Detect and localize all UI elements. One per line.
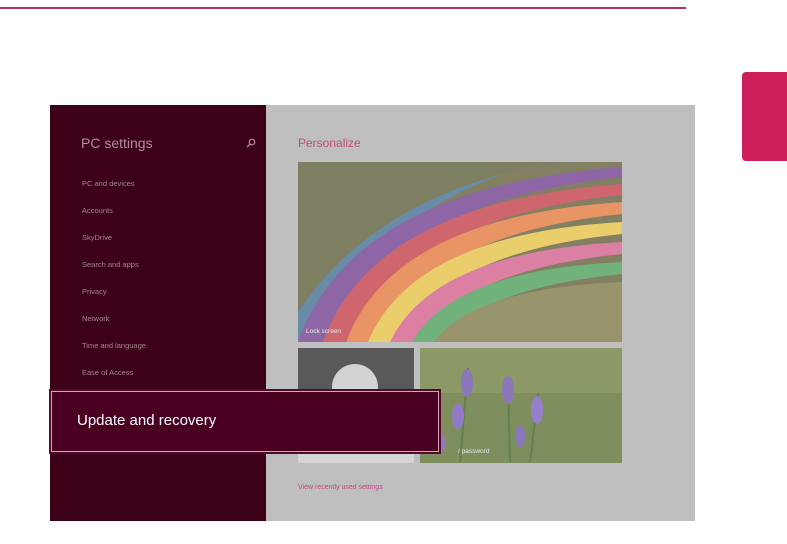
- avatar-base: [298, 454, 414, 463]
- picture-password-label: / password: [458, 448, 490, 455]
- sidebar-item-pc-and-devices[interactable]: PC and devices: [82, 179, 146, 206]
- update-and-recovery-label: Update and recovery: [77, 412, 217, 429]
- sidebar-item-search-and-apps[interactable]: Search and apps: [82, 260, 146, 287]
- sidebar-item-time-and-language[interactable]: Time and language: [82, 341, 146, 368]
- lock-screen-tile[interactable]: Lock screen: [298, 162, 622, 342]
- view-recent-settings-link[interactable]: View recently used settings: [298, 484, 383, 491]
- sidebar-item-skydrive[interactable]: SkyDrive: [82, 233, 146, 260]
- sidebar-item-privacy[interactable]: Privacy: [82, 287, 146, 314]
- sidebar: PC settings PC and devices Accounts SkyD…: [50, 105, 266, 521]
- sidebar-item-accounts[interactable]: Accounts: [82, 206, 146, 233]
- picture-password-tile[interactable]: / password: [420, 348, 622, 463]
- page-title: Personalize: [298, 136, 361, 150]
- pc-settings-screenshot: PC settings PC and devices Accounts SkyD…: [50, 105, 695, 521]
- lock-screen-image: [298, 162, 622, 342]
- update-and-recovery-highlight[interactable]: Update and recovery: [51, 391, 439, 452]
- sidebar-item-network[interactable]: Network: [82, 314, 146, 341]
- sidebar-nav: PC and devices Accounts SkyDrive Search …: [82, 179, 146, 395]
- lock-screen-label: Lock screen: [306, 328, 342, 335]
- sidebar-title: PC settings: [81, 135, 153, 151]
- lavender-image: [420, 348, 622, 463]
- chapter-tab: [742, 72, 787, 161]
- top-divider: [0, 7, 686, 9]
- search-icon[interactable]: [246, 138, 256, 148]
